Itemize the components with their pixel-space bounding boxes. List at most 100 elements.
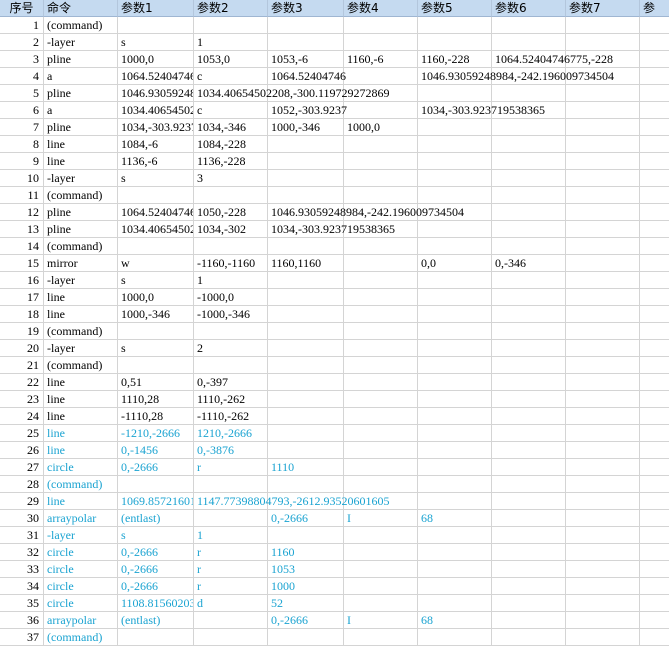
param-cell[interactable]: [268, 136, 344, 153]
param-cell[interactable]: [118, 476, 194, 493]
command-cell[interactable]: arraypolar: [44, 510, 118, 527]
param-cell[interactable]: [566, 323, 640, 340]
header-cell[interactable]: 参数3: [268, 0, 344, 17]
header-cell[interactable]: 参数7: [566, 0, 640, 17]
param-cell[interactable]: [566, 442, 640, 459]
param-cell[interactable]: [492, 357, 566, 374]
row-number[interactable]: 25: [0, 425, 44, 442]
param-cell[interactable]: -1110,-262: [194, 408, 268, 425]
param-cell[interactable]: [566, 561, 640, 578]
param-cell[interactable]: 1110,-262: [194, 391, 268, 408]
param-cell[interactable]: -1110,28: [118, 408, 194, 425]
row-number[interactable]: 35: [0, 595, 44, 612]
param-cell[interactable]: [640, 272, 669, 289]
param-cell[interactable]: s: [118, 34, 194, 51]
param-cell[interactable]: [418, 153, 492, 170]
param-cell[interactable]: [344, 425, 418, 442]
param-cell[interactable]: [640, 374, 669, 391]
param-cell[interactable]: [640, 510, 669, 527]
param-cell[interactable]: [344, 561, 418, 578]
row-number[interactable]: 27: [0, 459, 44, 476]
row-number[interactable]: 32: [0, 544, 44, 561]
param-cell[interactable]: -1000,-346: [194, 306, 268, 323]
param-cell[interactable]: [268, 34, 344, 51]
param-cell[interactable]: [344, 170, 418, 187]
param-cell[interactable]: [118, 238, 194, 255]
command-cell[interactable]: -layer: [44, 34, 118, 51]
param-cell[interactable]: r: [194, 544, 268, 561]
param-cell[interactable]: [344, 442, 418, 459]
param-cell[interactable]: [418, 238, 492, 255]
param-cell[interactable]: 0,-2666: [118, 459, 194, 476]
param-cell[interactable]: [268, 272, 344, 289]
row-number[interactable]: 1: [0, 17, 44, 34]
param-cell[interactable]: 1050,-228: [194, 204, 268, 221]
param-cell[interactable]: [492, 578, 566, 595]
param-cell[interactable]: [418, 119, 492, 136]
param-cell[interactable]: [344, 391, 418, 408]
param-cell[interactable]: [640, 442, 669, 459]
command-cell[interactable]: circle: [44, 544, 118, 561]
param-cell[interactable]: [344, 357, 418, 374]
command-cell[interactable]: (command): [44, 17, 118, 34]
row-number[interactable]: 24: [0, 408, 44, 425]
param-cell[interactable]: [268, 391, 344, 408]
param-cell[interactable]: [492, 544, 566, 561]
param-cell[interactable]: [418, 34, 492, 51]
param-cell[interactable]: [640, 34, 669, 51]
param-cell[interactable]: [268, 629, 344, 646]
param-cell[interactable]: 1160: [268, 544, 344, 561]
param-cell[interactable]: [566, 425, 640, 442]
param-cell[interactable]: 0,-2666: [118, 561, 194, 578]
param-cell[interactable]: 1064.52404746: [118, 68, 194, 85]
param-cell[interactable]: [566, 272, 640, 289]
param-cell[interactable]: [268, 425, 344, 442]
row-number[interactable]: 18: [0, 306, 44, 323]
param-cell[interactable]: 1000,0: [344, 119, 418, 136]
param-cell[interactable]: [640, 391, 669, 408]
param-cell[interactable]: [566, 493, 640, 510]
param-cell[interactable]: 1084,-6: [118, 136, 194, 153]
param-cell[interactable]: [640, 136, 669, 153]
param-cell[interactable]: [640, 306, 669, 323]
param-cell[interactable]: [344, 578, 418, 595]
row-number[interactable]: 5: [0, 85, 44, 102]
command-cell[interactable]: line: [44, 493, 118, 510]
param-cell[interactable]: [566, 612, 640, 629]
param-cell[interactable]: [640, 459, 669, 476]
param-cell[interactable]: [418, 357, 492, 374]
param-cell[interactable]: [268, 408, 344, 425]
param-cell[interactable]: [268, 476, 344, 493]
param-cell[interactable]: [640, 51, 669, 68]
param-cell[interactable]: [418, 442, 492, 459]
param-cell[interactable]: [640, 153, 669, 170]
param-cell[interactable]: [268, 374, 344, 391]
param-cell[interactable]: [268, 187, 344, 204]
param-cell[interactable]: [566, 476, 640, 493]
param-cell[interactable]: [344, 17, 418, 34]
param-cell[interactable]: 0,-2666: [268, 612, 344, 629]
param-cell[interactable]: 68: [418, 612, 492, 629]
param-cell[interactable]: [194, 357, 268, 374]
param-cell[interactable]: [492, 510, 566, 527]
param-cell[interactable]: 1000,0: [118, 289, 194, 306]
param-cell[interactable]: [418, 459, 492, 476]
param-cell[interactable]: [640, 425, 669, 442]
param-cell[interactable]: [492, 238, 566, 255]
param-cell[interactable]: 1000,0: [118, 51, 194, 68]
row-number[interactable]: 34: [0, 578, 44, 595]
param-cell[interactable]: [344, 153, 418, 170]
param-cell[interactable]: 1: [194, 527, 268, 544]
param-cell[interactable]: 1147.77398804793,-2612.93520601605: [194, 493, 390, 510]
param-cell[interactable]: -1160,-1160: [194, 255, 268, 272]
param-cell[interactable]: 1052,-303.9237: [268, 102, 347, 119]
param-cell[interactable]: c: [194, 68, 268, 85]
param-cell[interactable]: 1034,-302: [194, 221, 268, 238]
param-cell[interactable]: [640, 238, 669, 255]
param-cell[interactable]: [344, 476, 418, 493]
param-cell[interactable]: [418, 306, 492, 323]
param-cell[interactable]: [640, 204, 669, 221]
param-cell[interactable]: [194, 476, 268, 493]
param-cell[interactable]: [418, 425, 492, 442]
param-cell[interactable]: [268, 306, 344, 323]
